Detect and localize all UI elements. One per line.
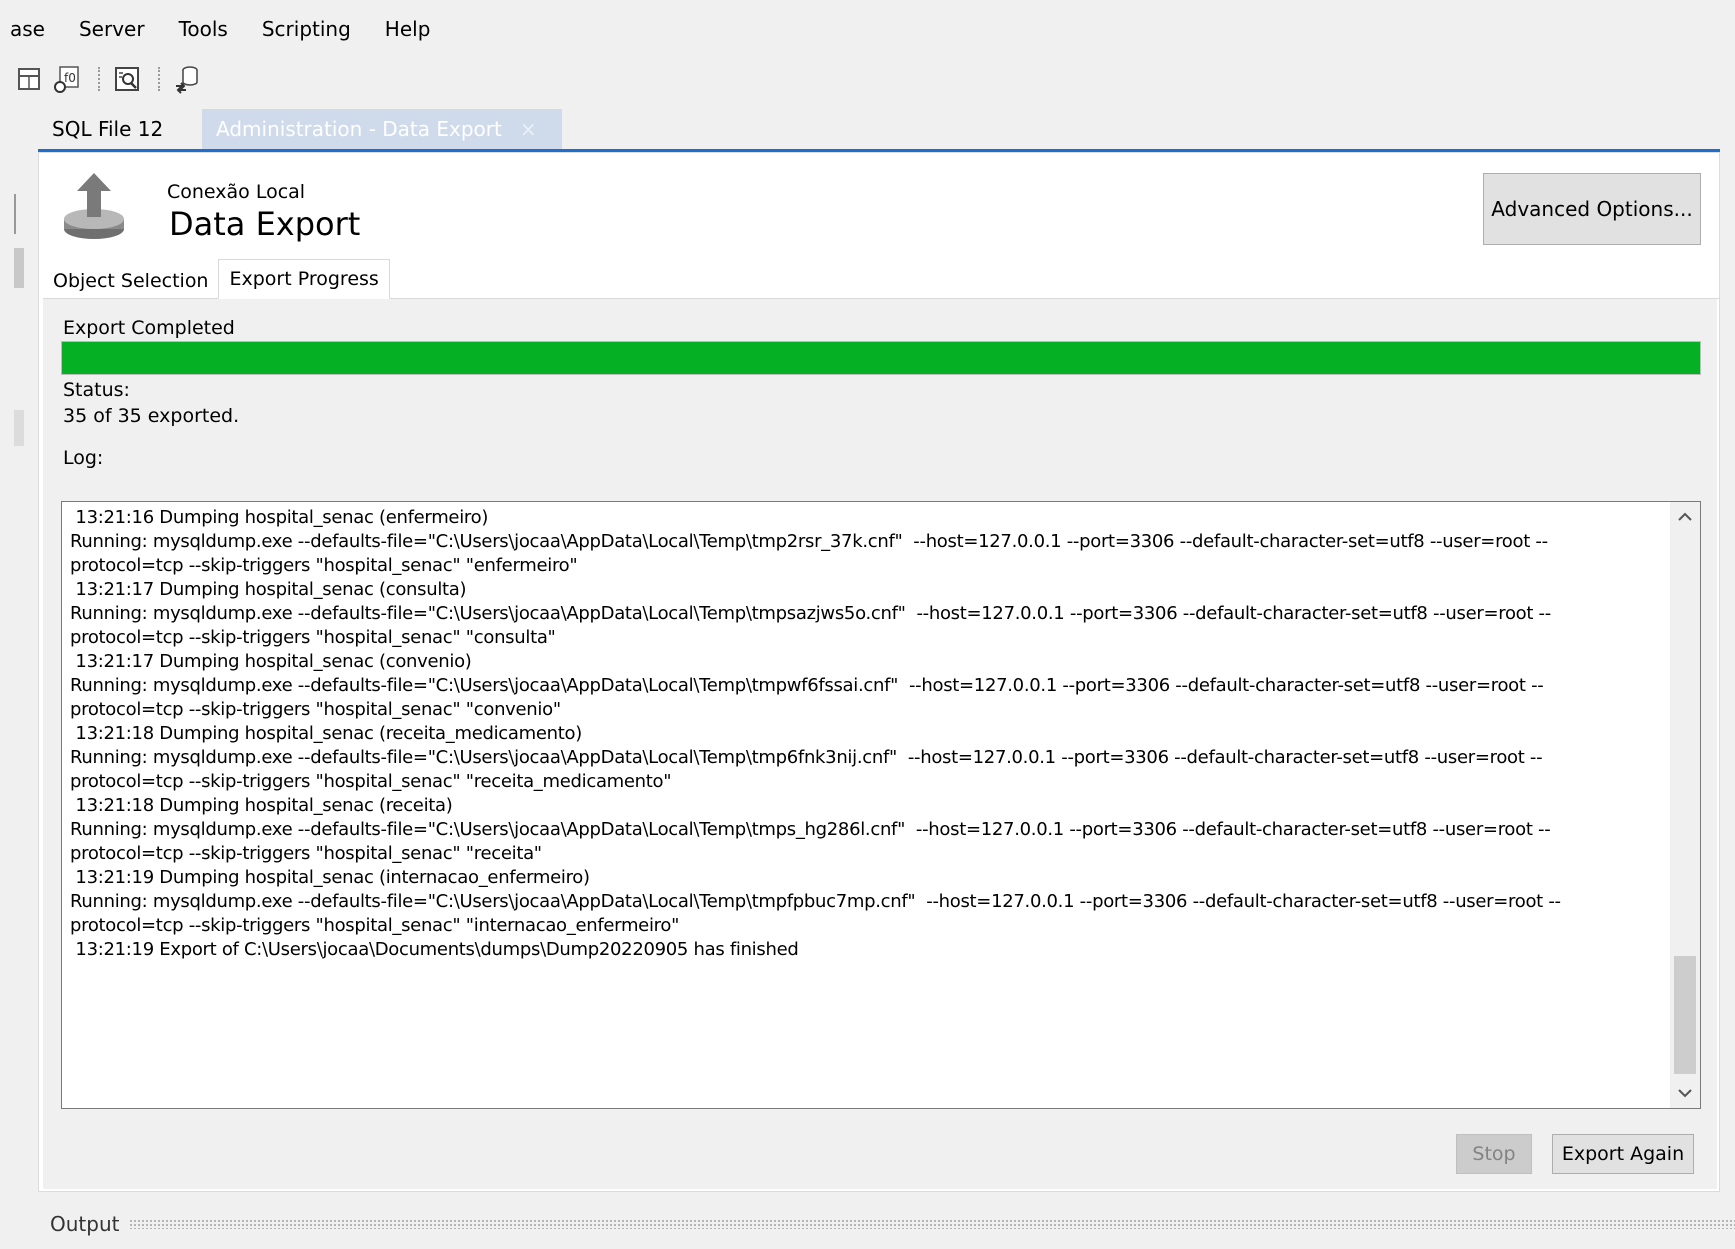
scroll-down-icon[interactable]	[1670, 1078, 1700, 1108]
stop-button[interactable]: Stop	[1456, 1134, 1532, 1174]
document-tabs: SQL File 12 Administration - Data Export…	[38, 109, 1720, 152]
menu-bar: ase Server Tools Scripting Help	[0, 0, 1735, 58]
log-textarea[interactable]: 13:21:16 Dumping hospital_senac (enferme…	[61, 501, 1701, 1109]
left-sidebar-strip	[0, 100, 28, 1249]
db-migrate-icon[interactable]	[170, 62, 204, 96]
log-line: 13:21:16 Dumping hospital_senac (enferme…	[70, 507, 489, 528]
log-line: protocol=tcp --skip-triggers "hospital_s…	[70, 555, 578, 576]
log-label: Log:	[63, 447, 104, 469]
tab-label: Administration - Data Export	[216, 117, 502, 141]
log-line: Running: mysqldump.exe --defaults-file="…	[70, 747, 1543, 768]
status-label: Status:	[63, 379, 130, 401]
log-line: Running: mysqldump.exe --defaults-file="…	[70, 891, 1561, 912]
advanced-options-button[interactable]: Advanced Options...	[1483, 173, 1701, 245]
tab-export-progress[interactable]: Export Progress	[218, 259, 390, 299]
toolbar: f0	[0, 58, 1735, 100]
log-line: 13:21:19 Export of C:\Users\jocaa\Docume…	[70, 939, 799, 960]
progress-bar	[61, 341, 1701, 375]
log-content: 13:21:16 Dumping hospital_senac (enferme…	[70, 506, 1654, 1102]
progress-title: Export Completed	[63, 317, 235, 339]
log-line: 13:21:19 Dumping hospital_senac (interna…	[70, 867, 590, 888]
log-line: 13:21:18 Dumping hospital_senac (receita…	[70, 795, 453, 816]
search-query-icon[interactable]	[110, 62, 144, 96]
workbench-window: ase Server Tools Scripting Help f0 SQL F…	[0, 0, 1735, 1249]
table-icon[interactable]	[12, 62, 46, 96]
menu-server[interactable]: Server	[77, 13, 147, 45]
data-export-panel: Conexão Local Data Export Advanced Optio…	[38, 152, 1720, 1192]
svg-text:f0: f0	[64, 71, 76, 85]
output-label: Output	[50, 1212, 120, 1236]
export-progress-content: Export Completed Status: 35 of 35 export…	[43, 299, 1717, 1189]
scrollbar-thumb[interactable]	[1674, 956, 1696, 1074]
tab-data-export[interactable]: Administration - Data Export ×	[202, 109, 562, 149]
log-line: protocol=tcp --skip-triggers "hospital_s…	[70, 843, 542, 864]
close-icon[interactable]: ×	[520, 117, 537, 141]
page-title: Data Export	[169, 205, 361, 243]
log-line: Running: mysqldump.exe --defaults-file="…	[70, 603, 1551, 624]
log-line: 13:21:17 Dumping hospital_senac (conveni…	[70, 651, 472, 672]
menu-help[interactable]: Help	[383, 13, 433, 45]
menu-tools[interactable]: Tools	[177, 13, 230, 45]
log-line: Running: mysqldump.exe --defaults-file="…	[70, 819, 1551, 840]
log-line: Running: mysqldump.exe --defaults-file="…	[70, 675, 1544, 696]
tab-label: SQL File 12	[52, 117, 164, 141]
log-line: protocol=tcp --skip-triggers "hospital_s…	[70, 771, 672, 792]
output-panel-header[interactable]: Output	[38, 1204, 1735, 1244]
log-line: protocol=tcp --skip-triggers "hospital_s…	[70, 627, 556, 648]
log-line: Running: mysqldump.exe --defaults-file="…	[70, 531, 1548, 552]
connection-name: Conexão Local	[167, 181, 306, 203]
log-scrollbar[interactable]	[1670, 502, 1700, 1108]
log-line: protocol=tcp --skip-triggers "hospital_s…	[70, 915, 680, 936]
log-line: 13:21:17 Dumping hospital_senac (consult…	[70, 579, 467, 600]
output-drag-handle[interactable]	[129, 1219, 1735, 1229]
toolbar-separator	[98, 67, 100, 91]
menu-scripting[interactable]: Scripting	[260, 13, 353, 45]
tab-sql-file-12[interactable]: SQL File 12	[38, 109, 202, 149]
log-line: protocol=tcp --skip-triggers "hospital_s…	[70, 699, 561, 720]
sidebar-edge	[14, 194, 16, 234]
tab-object-selection[interactable]: Object Selection	[43, 264, 218, 298]
sidebar-handle[interactable]	[14, 410, 24, 446]
menu-database[interactable]: ase	[8, 13, 47, 45]
function-icon[interactable]: f0	[50, 62, 84, 96]
status-value: 35 of 35 exported.	[63, 405, 240, 427]
scroll-up-icon[interactable]	[1670, 502, 1700, 532]
log-line: 13:21:18 Dumping hospital_senac (receita…	[70, 723, 582, 744]
progress-fill	[62, 342, 1700, 374]
export-subtabs: Object Selection Export Progress	[43, 259, 1719, 299]
export-icon	[59, 167, 129, 247]
export-again-button[interactable]: Export Again	[1552, 1134, 1694, 1174]
sidebar-handle[interactable]	[14, 248, 24, 288]
toolbar-separator	[158, 67, 160, 91]
